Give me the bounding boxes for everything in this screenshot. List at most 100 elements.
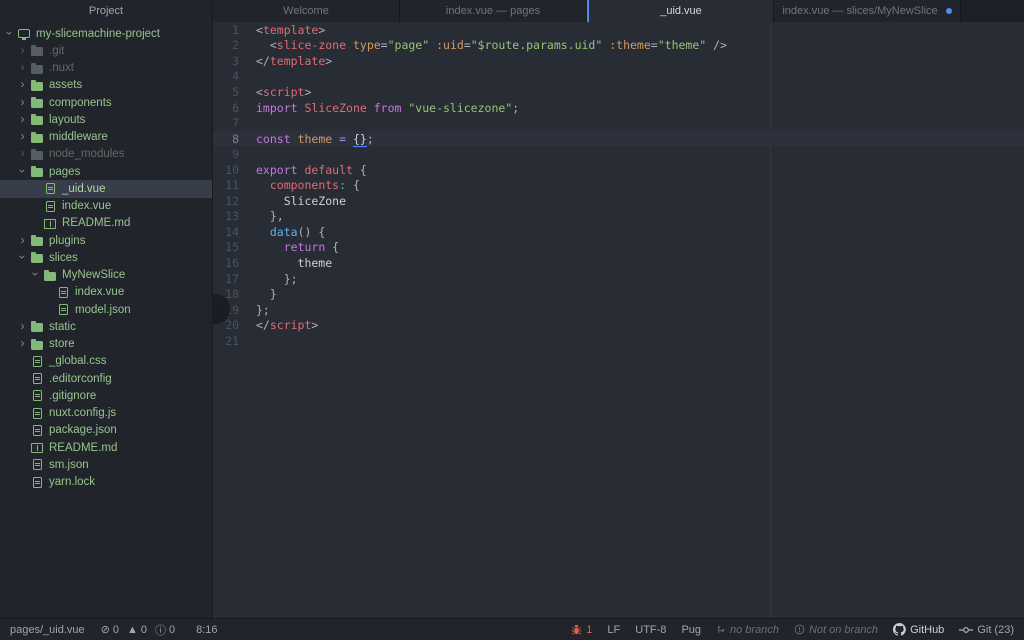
branch-warning[interactable]: Not on branch	[794, 624, 878, 636]
code-text: <script>	[239, 85, 311, 99]
code-line-21[interactable]: 21	[213, 333, 1024, 349]
tree-item-label: MyNewSlice	[62, 269, 125, 281]
tab-3[interactable]: _uid.vue	[587, 0, 774, 22]
tree-item-model.json[interactable]: ›model.json	[0, 301, 212, 318]
file-icon	[33, 477, 42, 488]
tree-item-index.vue[interactable]: ›index.vue	[0, 198, 212, 215]
tree-item-layouts[interactable]: ›layouts	[0, 111, 212, 128]
status-file-path[interactable]: pages/_uid.vue	[10, 624, 85, 636]
tab-1[interactable]: Welcome	[213, 0, 400, 22]
folder-icon	[31, 341, 43, 350]
code-line-13[interactable]: 13 },	[213, 209, 1024, 225]
editor-window: Project ›my-slicemachine-project›.git›.n…	[0, 0, 1024, 640]
code-line-7[interactable]: 7	[213, 115, 1024, 131]
tree-item-MyNewSlice[interactable]: ›MyNewSlice	[0, 267, 212, 284]
chevron-right-icon: ›	[17, 148, 28, 158]
tree-item-yarn.lock[interactable]: ›yarn.lock	[0, 474, 212, 491]
folder-icon	[31, 65, 43, 74]
grammar-selector[interactable]: Pug	[681, 624, 701, 636]
code-line-20[interactable]: 20</script>	[213, 317, 1024, 333]
code-line-11[interactable]: 11 components: {	[213, 177, 1024, 193]
code-line-1[interactable]: 1<template>	[213, 22, 1024, 38]
tree-item-label: static	[49, 321, 76, 333]
code-line-9[interactable]: 9	[213, 146, 1024, 162]
tree-item-label: README.md	[62, 217, 130, 229]
tree-item-pages[interactable]: ›pages	[0, 163, 212, 180]
tree-item-plugins[interactable]: ›plugins	[0, 232, 212, 249]
branch-label: no branch	[730, 624, 779, 636]
line-number: 7	[213, 116, 239, 130]
folder-icon	[31, 168, 43, 177]
line-number: 6	[213, 101, 239, 115]
code-text: },	[239, 209, 284, 223]
diagnostics-summary[interactable]: ⊘ 0 ▲ 0 ⓘ 0	[101, 622, 180, 638]
code-line-8[interactable]: 8const theme = {};	[213, 131, 1024, 147]
folder-icon	[44, 272, 56, 281]
tree-item-label: assets	[49, 79, 82, 91]
code-editor[interactable]: 1<template>2 <slice-zone type="page" :ui…	[213, 22, 1024, 618]
tree-item-static[interactable]: ›static	[0, 318, 212, 335]
git-branch-status[interactable]: no branch	[716, 624, 779, 636]
code-line-5[interactable]: 5<script>	[213, 84, 1024, 100]
tree-item-README.md[interactable]: ›README.md	[0, 439, 212, 456]
alert-circle-icon	[794, 624, 805, 635]
code-text: };	[239, 303, 270, 317]
cursor-position[interactable]: 8:16	[196, 624, 217, 636]
tab-label: _uid.vue	[660, 5, 702, 17]
tree-item-.nuxt[interactable]: ›.nuxt	[0, 60, 212, 77]
git-tab-toggle[interactable]: Git (23)	[959, 624, 1014, 636]
tree-item-.git[interactable]: ›.git	[0, 42, 212, 59]
tree-item-store[interactable]: ›store	[0, 336, 212, 353]
tree-item-index.vue[interactable]: ›index.vue	[0, 284, 212, 301]
code-line-18[interactable]: 18 }	[213, 286, 1024, 302]
tab-4[interactable]: index.vue — slices/MyNewSlice	[774, 0, 961, 22]
tree-item-label: index.vue	[62, 200, 111, 212]
tree-item-label: components	[49, 97, 112, 109]
tree-item-sm.json[interactable]: ›sm.json	[0, 456, 212, 473]
github-package[interactable]: GitHub	[893, 623, 944, 636]
code-text: SliceZone	[239, 194, 346, 208]
tree-item-slices[interactable]: ›slices	[0, 249, 212, 266]
tree-item-nuxt.config.js[interactable]: ›nuxt.config.js	[0, 405, 212, 422]
tree-item-_global.css[interactable]: ›_global.css	[0, 353, 212, 370]
tree-item-label: .gitignore	[49, 390, 96, 402]
line-number: 13	[213, 209, 239, 223]
tree-item-.editorconfig[interactable]: ›.editorconfig	[0, 370, 212, 387]
code-line-12[interactable]: 12 SliceZone	[213, 193, 1024, 209]
tree-item-package.json[interactable]: ›package.json	[0, 422, 212, 439]
code-line-6[interactable]: 6import SliceZone from "vue-slicezone";	[213, 100, 1024, 116]
code-line-2[interactable]: 2 <slice-zone type="page" :uid="$route.p…	[213, 38, 1024, 54]
code-line-19[interactable]: 19};	[213, 302, 1024, 318]
deprecation-indicator[interactable]: 1	[571, 624, 592, 636]
deprecation-count: 1	[586, 624, 592, 636]
chevron-right-icon: ›	[17, 114, 28, 124]
folder-icon	[31, 323, 43, 332]
tree-item-_uid.vue[interactable]: ›_uid.vue	[0, 180, 212, 197]
tree-item-my-slicemachine-project[interactable]: ›my-slicemachine-project	[0, 25, 212, 42]
line-ending-selector[interactable]: LF	[607, 624, 620, 636]
code-line-3[interactable]: 3</template>	[213, 53, 1024, 69]
folder-icon	[31, 237, 43, 246]
tree-item-node_modules[interactable]: ›node_modules	[0, 146, 212, 163]
file-icon	[33, 373, 42, 384]
code-text: import SliceZone from "vue-slicezone";	[239, 101, 519, 115]
book-icon	[44, 219, 56, 229]
code-line-16[interactable]: 16 theme	[213, 255, 1024, 271]
code-lines: 1<template>2 <slice-zone type="page" :ui…	[213, 22, 1024, 348]
circle-slash-icon: ⊘	[101, 623, 110, 636]
code-line-17[interactable]: 17 };	[213, 271, 1024, 287]
code-line-10[interactable]: 10export default {	[213, 162, 1024, 178]
code-line-4[interactable]: 4	[213, 69, 1024, 85]
tab-2[interactable]: index.vue — pages	[400, 0, 587, 22]
code-line-14[interactable]: 14 data() {	[213, 224, 1024, 240]
tree-item-README.md[interactable]: ›README.md	[0, 215, 212, 232]
tree-item-components[interactable]: ›components	[0, 94, 212, 111]
tree-item-middleware[interactable]: ›middleware	[0, 129, 212, 146]
encoding-selector[interactable]: UTF-8	[635, 624, 666, 636]
error-count: 0	[113, 624, 119, 636]
file-icon	[46, 183, 55, 194]
tree-item-assets[interactable]: ›assets	[0, 77, 212, 94]
code-line-15[interactable]: 15 return {	[213, 240, 1024, 256]
code-text: const theme = {};	[239, 132, 374, 146]
tree-item-.gitignore[interactable]: ›.gitignore	[0, 387, 212, 404]
